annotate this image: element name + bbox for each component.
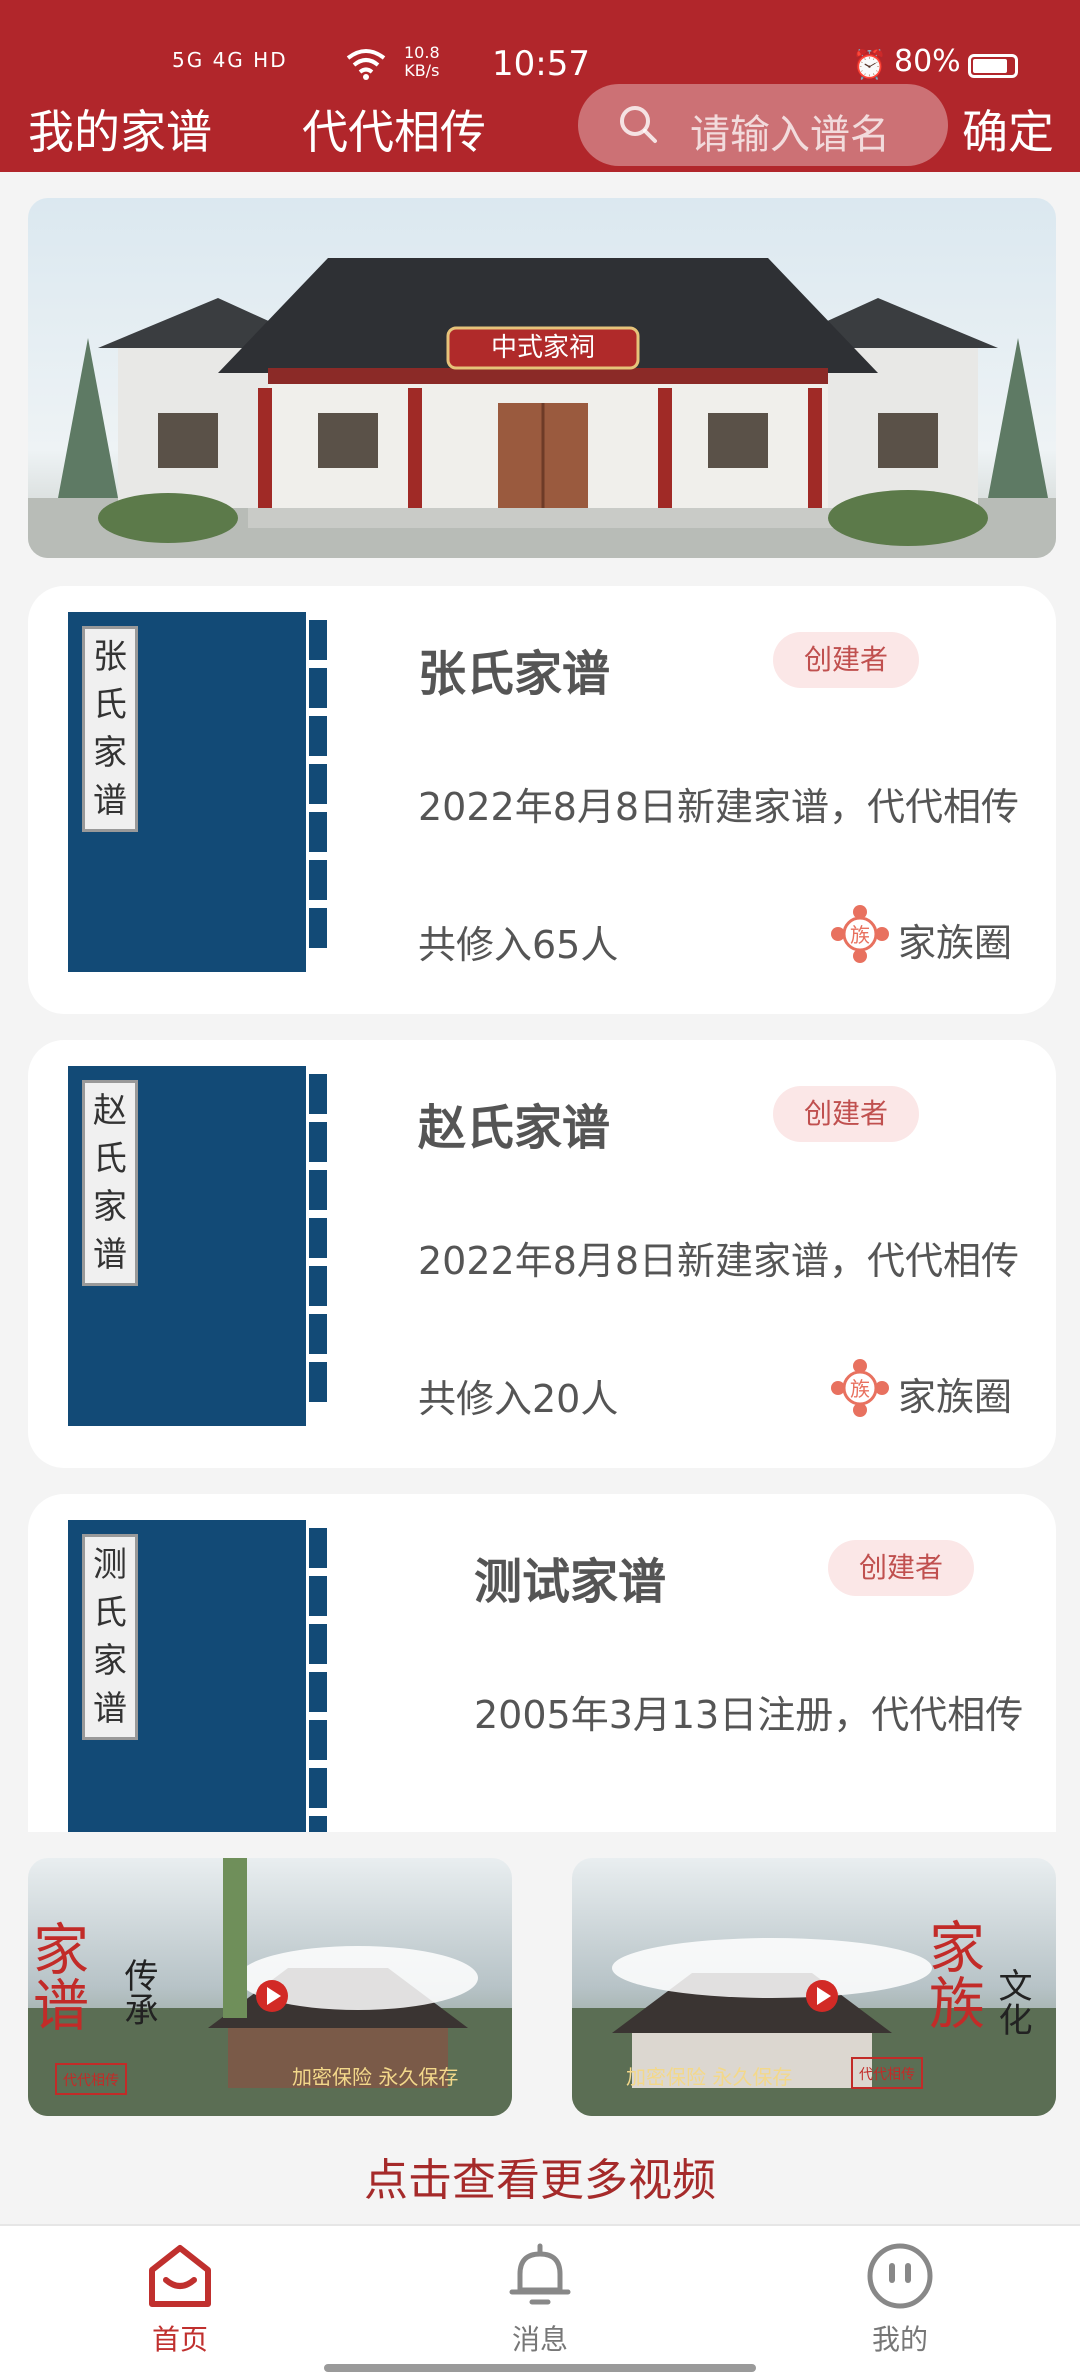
book-cover-label: 测 氏 家 谱 — [82, 1534, 138, 1740]
genealogy-description: 2005年3月13日注册，代代相传 — [474, 1693, 1024, 1737]
cover-char: 氏 — [93, 1593, 127, 1633]
video-title-large: 家谱 — [28, 1920, 89, 2032]
clock: 10:57 — [492, 44, 590, 84]
top-app-bar: 5G 4G HD 10.8 KB/s 10:57 ⏰ 80% 我的家谱 代代相传… — [0, 0, 1080, 172]
page-subtitle[interactable]: 代代相传 — [302, 96, 486, 162]
nav-home-label: 首页 — [151, 2323, 208, 2356]
cover-char: 家 — [93, 733, 127, 773]
family-circle-icon: 族 — [831, 1359, 889, 1417]
cover-char: 氏 — [93, 685, 127, 725]
family-circle-label: 家族圈 — [898, 921, 1013, 965]
svg-text:族: 族 — [850, 923, 870, 947]
genealogy-description: 2022年8月8日新建家谱，代代相传 — [418, 785, 1020, 829]
genealogy-description: 2022年8月8日新建家谱，代代相传 — [418, 1239, 1020, 1283]
video-title-small: 文化 — [992, 1968, 1032, 2036]
cover-char: 氏 — [93, 1139, 127, 1179]
video-thumbnail[interactable]: 家族 文化 加密保险 永久保存 代代相传 — [572, 1858, 1056, 2116]
cover-char: 家 — [93, 1187, 127, 1227]
book-binding — [306, 1520, 330, 1880]
ancestral-hall-image: 中式家祠 — [28, 258, 1056, 558]
banner-plaque-text: 中式家祠 — [491, 333, 595, 363]
cover-char: 赵 — [93, 1091, 127, 1131]
alarm-icon: ⏰ — [852, 48, 887, 81]
book-binding — [306, 1066, 330, 1426]
network-indicator: 5G 4G HD — [172, 48, 288, 72]
network-speed: 10.8 KB/s — [404, 43, 440, 80]
book-binding — [306, 612, 330, 972]
creator-badge: 创建者 — [773, 1086, 919, 1142]
video-caption: 加密保险 永久保存 — [292, 2065, 458, 2089]
genealogy-book-cover: 张 氏 家 谱 — [68, 612, 330, 972]
cover-char: 张 — [93, 637, 127, 677]
more-videos-link[interactable]: 点击查看更多视频 — [0, 2144, 1080, 2208]
genealogy-name: 测试家谱 — [474, 1554, 667, 1610]
video-thumbnail-image: 家族 文化 加密保险 永久保存 代代相传 — [572, 1918, 1056, 2116]
video-thumbnail[interactable]: 家谱 传承 加密保险 永久保存 代代相传 — [28, 1858, 512, 2116]
svg-text:族: 族 — [850, 1377, 870, 1401]
battery-percent: 80% — [894, 44, 961, 79]
system-home-indicator[interactable] — [324, 2364, 756, 2372]
cover-char: 家 — [93, 1641, 127, 1681]
battery-icon — [968, 54, 1018, 78]
family-circle-label: 家族圈 — [898, 1375, 1013, 1419]
genealogy-card[interactable]: 赵 氏 家 谱 赵氏家谱 创建者 2022年8月8日新建家谱，代代相传 共修入2… — [28, 1040, 1056, 1468]
nav-me-label: 我的 — [871, 2323, 928, 2356]
cover-char: 谱 — [93, 1235, 127, 1275]
family-circle-icon: 族 — [831, 905, 889, 963]
video-title-small: 传承 — [118, 1958, 158, 2026]
bottom-navigation: 首页 消息 我的 — [0, 2224, 1080, 2376]
creator-badge: 创建者 — [773, 632, 919, 688]
search-icon — [620, 106, 657, 143]
profile-icon — [867, 2243, 933, 2309]
confirm-button[interactable]: 确定 — [962, 96, 1054, 162]
page-title[interactable]: 我的家谱 — [28, 96, 212, 162]
video-seal: 代代相传 — [859, 2067, 915, 2083]
genealogy-book-cover: 赵 氏 家 谱 — [68, 1066, 330, 1426]
member-count: 共修入20人 — [418, 1377, 619, 1421]
search-input[interactable]: 请输入谱名 — [578, 84, 948, 166]
ancestral-hall-banner[interactable]: 中式家祠 — [28, 198, 1056, 558]
nav-me-tab[interactable]: 我的 — [800, 2240, 1000, 2358]
cover-char: 谱 — [93, 1689, 127, 1729]
genealogy-name: 张氏家谱 — [418, 646, 611, 702]
wifi-icon — [346, 49, 386, 80]
search-placeholder: 请输入谱名 — [690, 112, 890, 158]
genealogy-book-cover: 测 氏 家 谱 — [68, 1520, 330, 1880]
status-bar: 5G 4G HD 10.8 KB/s 10:57 ⏰ 80% — [0, 44, 1080, 88]
nav-messages-label: 消息 — [511, 2323, 568, 2356]
video-title-large: 家族 — [920, 1918, 985, 2030]
book-cover-label: 张 氏 家 谱 — [82, 626, 138, 832]
video-thumbnail-image: 家谱 传承 加密保险 永久保存 代代相传 — [28, 1858, 512, 2116]
genealogy-card[interactable]: 张 氏 家 谱 张氏家谱 创建者 2022年8月8日新建家谱，代代相传 共修入6… — [28, 586, 1056, 1014]
member-count: 共修入65人 — [418, 923, 619, 967]
book-cover-label: 赵 氏 家 谱 — [82, 1080, 138, 1286]
genealogy-name: 赵氏家谱 — [418, 1100, 611, 1156]
nav-home-tab[interactable]: 首页 — [80, 2240, 280, 2358]
bell-icon — [509, 2243, 571, 2305]
video-caption: 加密保险 永久保存 — [626, 2065, 792, 2089]
cover-char: 测 — [93, 1545, 127, 1585]
video-panel: 家谱 传承 加密保险 永久保存 代代相传 家族 文化 加密保险 永久保存 代代相… — [0, 1832, 1080, 2224]
home-icon — [149, 2245, 211, 2307]
cover-char: 谱 — [93, 781, 127, 821]
creator-badge: 创建者 — [828, 1540, 974, 1596]
nav-messages-tab[interactable]: 消息 — [440, 2240, 640, 2358]
video-seal: 代代相传 — [63, 2073, 119, 2089]
